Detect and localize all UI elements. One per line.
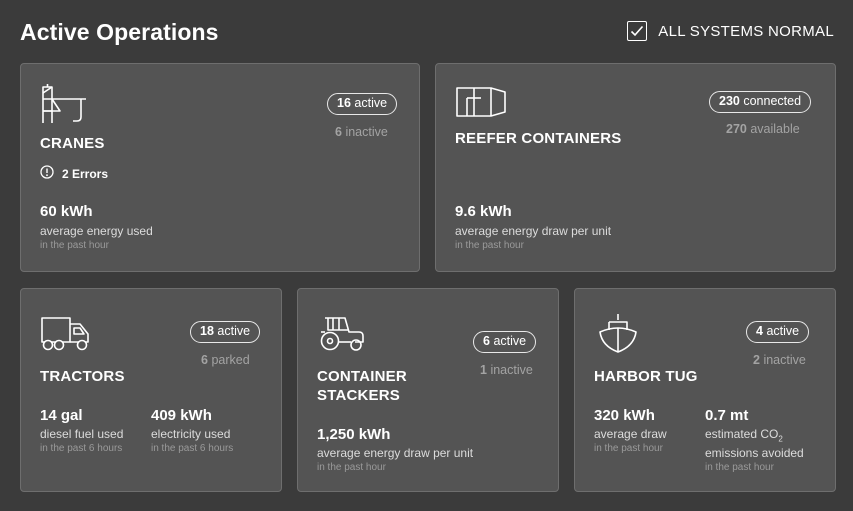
cranes-title: CRANES bbox=[40, 135, 105, 152]
stackers-active-badge[interactable]: 6 active bbox=[473, 331, 537, 353]
tug-inactive: 2 inactive bbox=[753, 353, 806, 367]
cranes-active-label: active bbox=[354, 96, 388, 110]
cranes-card[interactable]: CRANES 16 active 6 inactive 2 Errors 60 … bbox=[20, 63, 420, 272]
cranes-metric: 60 kWh average energy used in the past h… bbox=[40, 203, 153, 251]
system-status: ALL SYSTEMS NORMAL bbox=[627, 21, 834, 41]
container-stackers-card[interactable]: CONTAINER STACKERS 6 active 1 inactive 1… bbox=[297, 288, 559, 492]
cranes-errors[interactable]: 2 Errors bbox=[40, 165, 108, 182]
cranes-active-count: 16 bbox=[337, 96, 351, 110]
stackers-metric: 1,250 kWh average energy draw per unit i… bbox=[317, 426, 474, 473]
boat-icon bbox=[598, 312, 638, 354]
reefer-connected-badge[interactable]: 230 connected bbox=[709, 91, 812, 113]
truck-icon bbox=[40, 316, 92, 352]
checkbox-checked-icon bbox=[627, 21, 648, 41]
reefer-title: REEFER CONTAINERS bbox=[455, 130, 622, 147]
crane-icon bbox=[40, 83, 88, 123]
tractors-metric-fuel: 14 gal diesel fuel used in the past 6 ho… bbox=[40, 407, 124, 454]
reefer-containers-card[interactable]: REEFER CONTAINERS 230 connected 270 avai… bbox=[435, 63, 836, 272]
harbor-tug-card[interactable]: HARBOR TUG 4 active 2 inactive 320 kWh a… bbox=[574, 288, 836, 492]
tug-active-badge[interactable]: 4 active bbox=[746, 321, 810, 343]
tractors-card[interactable]: TRACTORS 18 active 6 parked 14 gal diese… bbox=[20, 288, 282, 492]
tractors-title: TRACTORS bbox=[40, 368, 125, 385]
tractors-parked: 6 parked bbox=[201, 353, 250, 367]
page-title: Active Operations bbox=[20, 19, 219, 45]
tractor-icon bbox=[319, 314, 367, 352]
alert-circle-icon bbox=[40, 165, 54, 182]
cranes-active-badge[interactable]: 16 active bbox=[327, 93, 398, 115]
cranes-errors-label: 2 Errors bbox=[62, 166, 109, 181]
reefer-metric: 9.6 kWh average energy draw per unit in … bbox=[455, 203, 612, 251]
tug-title: HARBOR TUG bbox=[594, 368, 698, 385]
tug-metric-draw: 320 kWh average draw in the past hour bbox=[594, 407, 667, 454]
cranes-inactive: 6 inactive bbox=[335, 125, 388, 139]
tug-metric-co2: 0.7 mt estimated CO2 emissions avoided i… bbox=[705, 407, 804, 474]
tractors-active-badge[interactable]: 18 active bbox=[190, 321, 261, 343]
tractors-metric-electricity: 409 kWh electricity used in the past 6 h… bbox=[151, 407, 234, 454]
stackers-title: CONTAINER STACKERS bbox=[317, 368, 407, 404]
system-status-label: ALL SYSTEMS NORMAL bbox=[658, 22, 834, 40]
stackers-inactive: 1 inactive bbox=[480, 363, 533, 377]
reefer-available: 270 available bbox=[726, 122, 800, 136]
container-icon bbox=[455, 84, 507, 118]
